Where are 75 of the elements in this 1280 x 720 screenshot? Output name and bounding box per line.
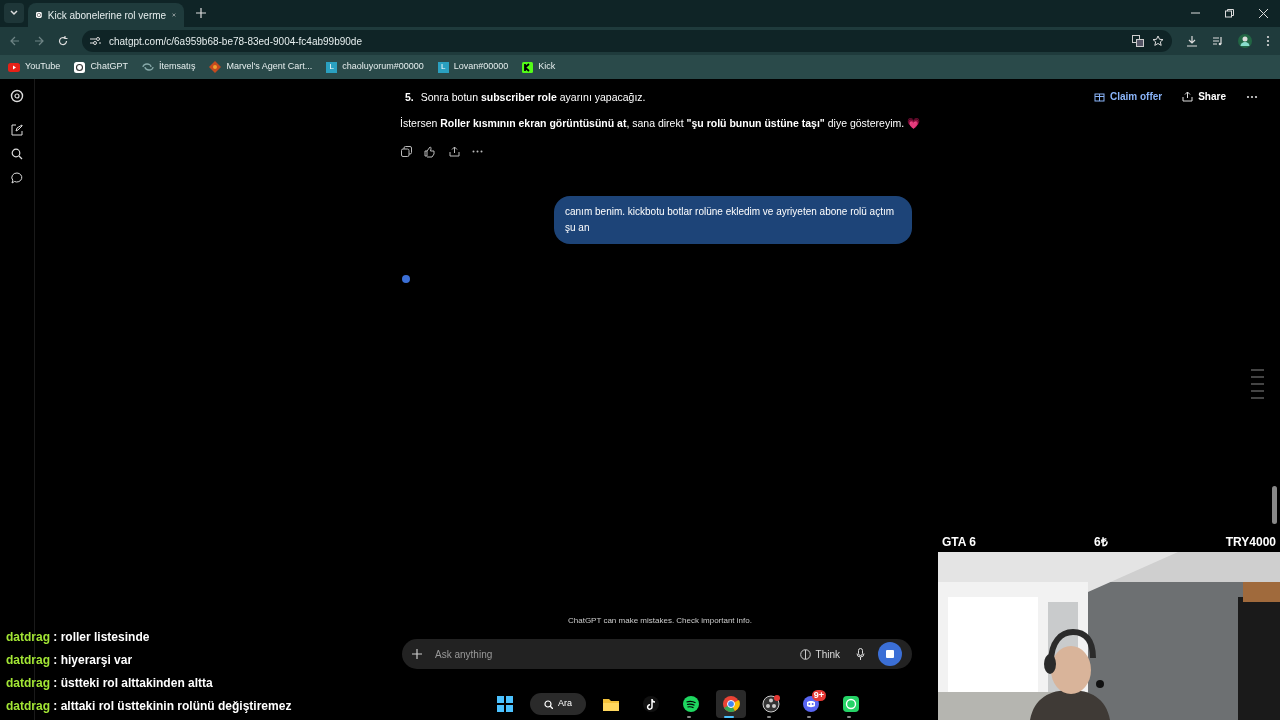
translate-icon[interactable] [1132,35,1144,47]
emblem-icon [209,61,222,73]
list-number: 5. [405,90,414,105]
chat-bubble-icon[interactable] [11,172,23,184]
stream-info-text: GTA 6 [942,533,976,551]
record-icon [762,695,780,713]
swirl-icon [141,62,154,72]
spotify-icon [682,695,700,713]
share-icon [1182,91,1194,102]
chrome-icon [722,695,740,713]
bookmark-link[interactable]: L Lovan#00000 [437,60,509,74]
media-queue-icon[interactable] [1212,35,1224,47]
chat-message: datdrag : hiyerarşi var [6,652,134,669]
star-icon[interactable] [1152,35,1164,47]
kick-logo-icon [522,61,534,73]
phone-chat-icon [842,695,860,713]
scrollbar-thumb[interactable] [1272,486,1277,524]
search-icon[interactable] [11,148,23,160]
chevron-down-icon [9,8,19,18]
address-bar[interactable]: chatgpt.com/c/6a959b68-be78-83ed-9004-fc4ab99b90de [82,30,1172,52]
share-icon[interactable] [449,146,460,158]
chat-message: datdrag : üstteki rol alttakinden altta [6,675,214,692]
taskbar-app[interactable]: 9+ [796,690,826,718]
thumbs-icon[interactable] [424,145,437,158]
stream-info-text: TRY4000 [1225,533,1276,551]
chatgpt-icon [36,9,42,21]
bookmark-link[interactable]: YouTube [8,60,61,74]
browser-tab[interactable]: Kick abonelerine rol verme [28,3,184,27]
back-icon[interactable] [10,36,20,46]
openai-logo-icon[interactable] [10,89,24,103]
close-icon[interactable] [1259,9,1268,18]
response-paragraph: İstersen Roller kısmının ekran görüntüsünü at, sana direkt "şu rolü bunun üstüne taşı" diye göstereyim. 💗 [400,115,922,131]
taskbar-search[interactable]: Ara [530,693,586,715]
disclaimer-text: ChatGPT can make mistakes. Check important info. [568,615,752,627]
stop-icon [886,650,894,658]
site-settings-icon[interactable] [90,36,101,46]
bookmark-link[interactable]: Kick [522,60,556,74]
stream-info-text: 6₺ [1094,533,1108,551]
copy-icon[interactable] [401,146,412,158]
letter-icon: L [326,61,338,73]
tab-search-button[interactable] [4,3,24,23]
chatgpt-icon [74,61,86,73]
letter-icon: L [437,61,449,73]
more-icon[interactable] [1246,94,1258,99]
plus-icon[interactable] [412,649,422,659]
taskbar-app[interactable] [716,690,746,718]
share-button[interactable]: Share [1182,89,1226,104]
forward-icon[interactable] [34,36,44,46]
search-icon [544,699,553,709]
think-button[interactable]: Think [799,646,840,662]
bookmark-link[interactable]: L chaoluyorum#00000 [326,60,424,74]
user-message: canım benim. kickbotu botlar rolüne ekledim ve ayriyeten abone rolü açtım şu an [554,195,912,244]
more-icon[interactable] [472,150,483,154]
menu-icon[interactable] [1266,35,1270,47]
bookmark-link[interactable]: İtemsatış [141,60,196,74]
new-chat-icon[interactable] [11,124,23,136]
play-icon [8,62,20,72]
chat-message: datdrag : alttaki rol üsttekinin rolünü değiştiremez [6,698,293,715]
message-input[interactable]: Ask anything Think [402,639,912,669]
bookmark-link[interactable]: ChatGPT [74,60,128,74]
note-icon [642,695,660,713]
list-item-text: Sonra botun subscriber role ayarını yapacağız. [420,90,646,105]
bookmark-link[interactable]: Marvel's Agent Cart... [209,60,313,74]
microphone-icon[interactable] [856,648,865,660]
reload-icon[interactable] [58,36,68,46]
claim-offer-button[interactable]: Claim offer [1093,89,1163,104]
notification-badge: 9+ [811,690,826,701]
chat-message: datdrag : roller listesinde [6,629,151,646]
gift-icon [1093,91,1105,102]
windows-icon [496,695,514,713]
restore-icon[interactable] [1225,9,1234,18]
stop-button[interactable] [878,642,902,666]
new-tab-icon[interactable] [196,8,206,18]
download-icon[interactable] [1186,35,1198,47]
avatar-icon[interactable] [1238,34,1252,48]
